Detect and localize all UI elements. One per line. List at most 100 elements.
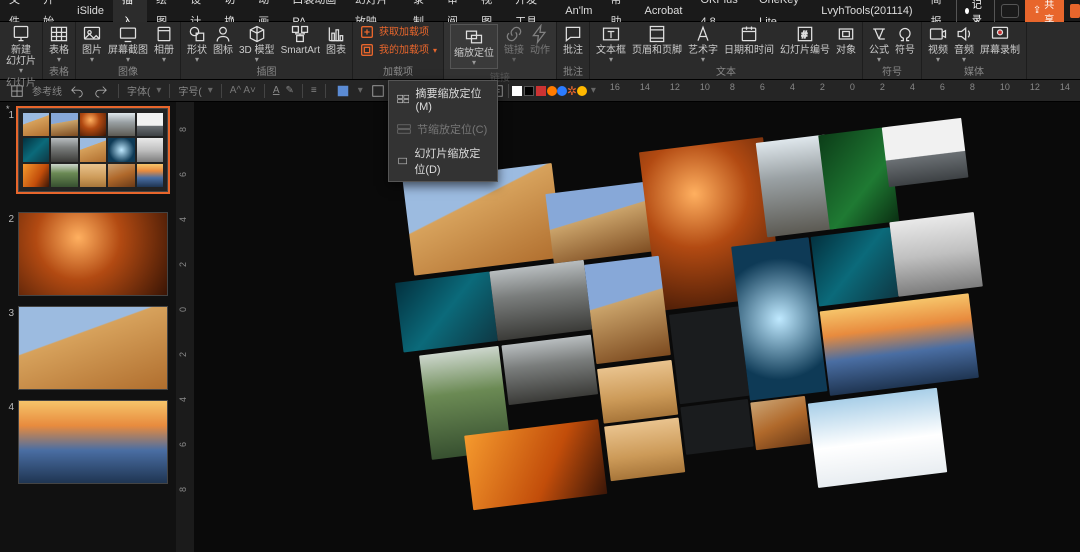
thumbnail-2[interactable] <box>18 212 168 296</box>
photo[interactable] <box>889 212 983 297</box>
shape-fill-icon[interactable] <box>334 83 352 99</box>
photo[interactable] <box>811 227 899 306</box>
chart-button[interactable]: 图表 <box>326 24 346 56</box>
group-label: 图像 <box>118 63 138 79</box>
photo[interactable] <box>584 256 671 364</box>
group-image: 图片 屏幕截图 相册 图像 <box>76 22 181 79</box>
group-addins: 获取加载项 我的加载项▾ 加载项 <box>353 22 444 79</box>
group-label: 符号 <box>882 63 902 79</box>
group-comment: 批注 批注 <box>557 22 590 79</box>
picture-button[interactable]: 图片 <box>82 24 102 63</box>
thumb-number: 2 <box>4 212 14 296</box>
tab-acrobat[interactable]: Acrobat <box>636 0 692 22</box>
thumbnail-1[interactable] <box>18 108 168 192</box>
slide-thumbnails[interactable]: 1 * 2 3 4 <box>0 102 176 552</box>
swatch[interactable] <box>536 86 546 96</box>
photo[interactable] <box>820 293 979 396</box>
window-control-icon[interactable] <box>1070 4 1080 18</box>
get-addins-button[interactable]: 获取加载项 <box>359 24 429 40</box>
video-button[interactable]: 视频 <box>928 24 948 63</box>
group-label: 文本 <box>716 63 736 79</box>
shape-outline-icon[interactable] <box>369 83 387 99</box>
group-media: 视频 音频 屏幕录制 媒体 <box>922 22 1027 79</box>
album-button[interactable]: 相册 <box>154 24 174 63</box>
photo[interactable] <box>882 118 969 187</box>
zoom-dropdown: 摘要缩放定位(M) 节缩放定位(C) 幻灯片缩放定位(D) <box>388 80 498 182</box>
animation-star-icon: * <box>6 104 174 114</box>
font-hint: 字体( <box>127 83 150 98</box>
zoom-slide-item[interactable]: 幻灯片缩放定位(D) <box>389 141 497 181</box>
tab-lvyh[interactable]: LvyhTools(201114) <box>812 0 921 22</box>
screenrec-button[interactable]: 屏幕录制 <box>980 24 1020 56</box>
workspace: 1 * 2 3 4 864202468 <box>0 102 1080 552</box>
wordart-button[interactable]: 艺术字 <box>688 24 718 63</box>
group-label: 加载项 <box>383 63 413 79</box>
audio-button[interactable]: 音频 <box>954 24 974 63</box>
new-slide-button[interactable]: 新建 幻灯片 <box>6 24 36 74</box>
headerfooter-button[interactable]: 页眉和页脚 <box>632 24 682 56</box>
photo[interactable] <box>501 335 598 406</box>
swatch[interactable] <box>577 86 587 96</box>
swatch[interactable] <box>557 86 567 96</box>
group-label: 批注 <box>563 63 583 79</box>
link-button[interactable]: 链接 <box>504 24 524 63</box>
redo-icon[interactable] <box>92 83 110 99</box>
swatch[interactable] <box>547 86 557 96</box>
highlight-icon[interactable]: ✎ <box>286 85 294 96</box>
svg-text:#: # <box>802 30 808 41</box>
size-hint: 字号( <box>178 83 201 98</box>
group-label: 插图 <box>257 63 277 79</box>
action-button[interactable]: 动作 <box>530 24 550 56</box>
group-slide: 新建 幻灯片 幻灯片 <box>0 22 43 79</box>
slidenum-button[interactable]: # 幻灯片编号 <box>780 24 830 56</box>
thumb-number: 1 <box>4 108 14 192</box>
comment-button[interactable]: 批注 <box>563 24 583 56</box>
photo[interactable] <box>597 360 678 424</box>
swatch[interactable] <box>512 86 522 96</box>
symbol-button[interactable]: 符号 <box>895 24 915 56</box>
screenshot-button[interactable]: 屏幕截图 <box>108 24 148 63</box>
thumbnail-3[interactable] <box>18 306 168 390</box>
zoom-summary-item[interactable]: 摘要缩放定位(M) <box>389 81 497 117</box>
thumbnail-4[interactable] <box>18 400 168 484</box>
thumb-number: 3 <box>4 306 14 390</box>
ribbon: 新建 幻灯片 幻灯片 表格 表格 图片 屏幕截图 <box>0 22 1080 80</box>
datetime-button[interactable]: 日期和时间 <box>724 24 774 56</box>
textbox-button[interactable]: 文本框 <box>596 24 626 63</box>
guides-label: 参考线 <box>32 83 62 98</box>
photo[interactable] <box>395 271 498 352</box>
object-button[interactable]: 对象 <box>836 24 856 56</box>
equation-button[interactable]: 公式 <box>869 24 889 63</box>
3dmodel-button[interactable]: 3D 模型 <box>239 24 275 63</box>
my-addins-button[interactable]: 我的加载项▾ <box>359 42 437 58</box>
photo[interactable] <box>680 399 753 455</box>
icons-button[interactable]: 图标 <box>213 24 233 56</box>
record-dot-icon <box>965 8 969 14</box>
align-icon[interactable]: ≡ <box>311 85 317 96</box>
swatch[interactable] <box>524 86 534 96</box>
tab-islide[interactable]: iSlide <box>68 0 113 22</box>
photo[interactable] <box>489 260 592 341</box>
undo-icon[interactable] <box>68 83 86 99</box>
smartart-button[interactable]: SmartArt <box>281 24 320 56</box>
font-color-icon[interactable]: A <box>273 85 280 96</box>
photo[interactable] <box>750 396 810 450</box>
shapes-button[interactable]: 形状 <box>187 24 207 63</box>
photo[interactable] <box>604 417 685 481</box>
group-label: 表格 <box>49 63 69 79</box>
zoom-button[interactable]: 缩放定位 <box>450 24 498 69</box>
quick-toolbar: 参考线 字体(▾ 字号(▾ A^ A˅ A ✎ ≡ ▾ ▾ ✲ ▾ 161412… <box>0 80 1080 102</box>
group-label: 幻灯片 <box>6 74 36 90</box>
group-illustration: 形状 图标 3D 模型 SmartArt 图表 插图 <box>181 22 353 79</box>
group-symbol: 公式 符号 符号 <box>863 22 922 79</box>
photo[interactable] <box>464 419 607 510</box>
table-button[interactable]: 表格 <box>49 24 69 63</box>
photo[interactable] <box>669 306 749 404</box>
slide-canvas[interactable]: 864202468 <box>176 102 1080 552</box>
group-table: 表格 表格 <box>43 22 76 79</box>
gear-icon[interactable]: ✲ <box>567 86 577 96</box>
present-mode-button[interactable] <box>1001 4 1019 18</box>
photo[interactable] <box>808 388 947 488</box>
tab-anim[interactable]: An'lm <box>556 0 601 22</box>
group-label: 媒体 <box>964 63 984 79</box>
